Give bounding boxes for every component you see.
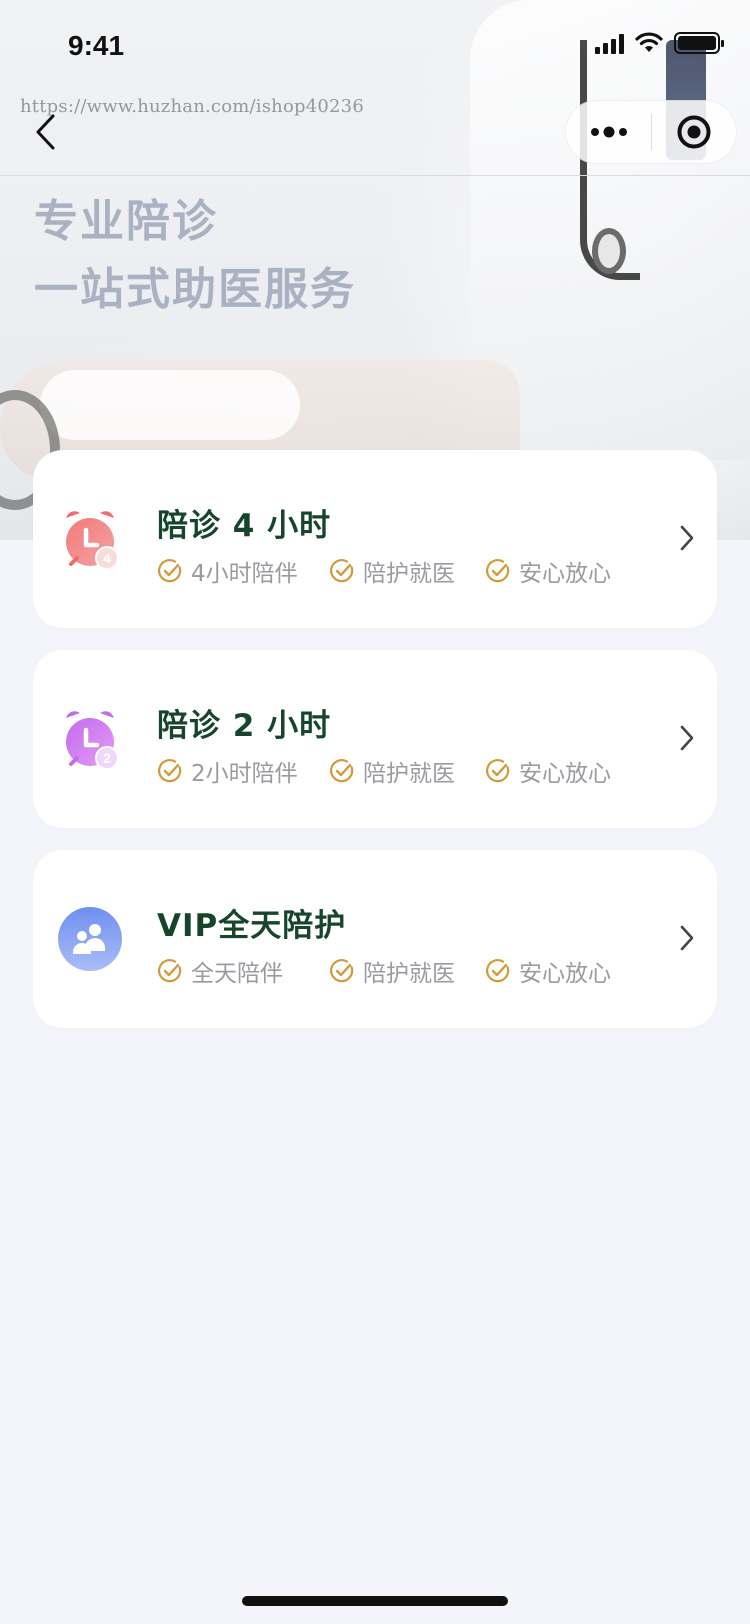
check-circle-icon [158, 959, 182, 983]
chevron-right-icon [680, 925, 694, 951]
feature-list: 2小时陪伴 陪护就医 安心放心 [157, 754, 637, 788]
feature-item: 陪护就医 [329, 954, 459, 988]
feature-item: 全天陪伴 [157, 954, 303, 988]
status-time: 9:41 [68, 30, 125, 61]
service-card-2h[interactable]: 2 陪诊 2 小时 2小时陪伴 陪护就医 安心放心 [33, 650, 717, 828]
check-circle-icon [330, 759, 354, 783]
feature-label: 2小时陪伴 [191, 761, 298, 787]
check-circle-icon [486, 959, 510, 983]
wifi-icon [635, 32, 663, 52]
chevron-right-icon [680, 525, 694, 551]
hero-title: 专业陪诊 一站式助医服务 [34, 188, 356, 324]
hero-title-line2: 一站式助医服务 [34, 264, 356, 315]
service-title: VIP全天陪护 [157, 908, 347, 944]
watermark-text: https://www.huzhan.com/ishop40236 [20, 96, 364, 117]
feature-item: 安心放心 [485, 954, 611, 988]
feature-list: 全天陪伴 陪护就医 安心放心 [157, 954, 637, 988]
feature-item: 安心放心 [485, 754, 611, 788]
stethoscope-head-image [592, 228, 626, 274]
feature-label: 全天陪伴 [191, 961, 283, 987]
status-icons [595, 32, 724, 54]
clock-badge-label: 2 [103, 750, 111, 766]
feature-label: 安心放心 [519, 761, 611, 787]
check-circle-icon [330, 559, 354, 583]
sleeve-image [40, 370, 300, 440]
feature-item: 2小时陪伴 [157, 754, 303, 788]
feature-label: 陪护就医 [363, 961, 455, 987]
service-title: 陪诊 2 小时 [157, 708, 332, 744]
service-card-vip[interactable]: VIP全天陪护 全天陪伴 陪护就医 安心放心 [33, 850, 717, 1028]
home-indicator [242, 1596, 508, 1606]
more-dots-icon [590, 126, 627, 138]
feature-list: 4小时陪伴 陪护就医 安心放心 [157, 554, 637, 588]
feature-label: 4小时陪伴 [191, 561, 298, 587]
service-card-4h[interactable]: 4 陪诊 4 小时 4小时陪伴 陪护就医 安心放心 [33, 450, 717, 628]
feature-label: 陪护就医 [363, 561, 455, 587]
check-circle-icon [330, 959, 354, 983]
more-menu-button[interactable] [566, 126, 651, 138]
nav-divider [0, 175, 750, 176]
check-circle-icon [158, 559, 182, 583]
target-circle-icon [677, 115, 711, 149]
service-title: 陪诊 4 小时 [157, 508, 332, 544]
feature-item: 陪护就医 [329, 554, 459, 588]
hero-title-line1: 专业陪诊 [34, 196, 218, 247]
close-mini-program-button[interactable] [652, 114, 736, 150]
chevron-right-icon [680, 725, 694, 751]
feature-item: 安心放心 [485, 554, 611, 588]
feature-label: 安心放心 [519, 961, 611, 987]
feature-item: 4小时陪伴 [157, 554, 303, 588]
mini-program-capsule [565, 100, 737, 164]
check-circle-icon [486, 559, 510, 583]
people-group-icon [58, 907, 122, 971]
feature-label: 陪护就医 [363, 761, 455, 787]
alarm-clock-icon: 2 [66, 711, 119, 770]
feature-item: 陪护就医 [329, 754, 459, 788]
alarm-clock-icon: 4 [66, 511, 119, 570]
check-circle-icon [158, 759, 182, 783]
battery-icon [674, 32, 724, 54]
feature-label: 安心放心 [519, 561, 611, 587]
check-circle-icon [486, 759, 510, 783]
clock-badge-label: 4 [103, 550, 111, 566]
cellular-signal-icon [595, 32, 624, 54]
back-arrow-icon[interactable] [28, 110, 68, 154]
